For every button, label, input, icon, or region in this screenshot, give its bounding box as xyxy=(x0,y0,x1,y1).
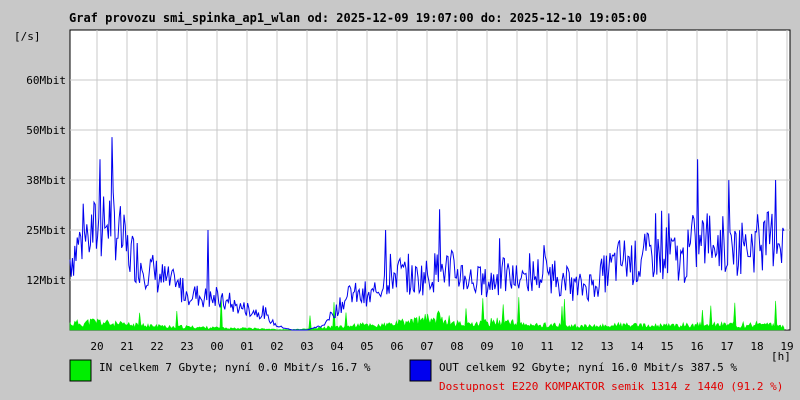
traffic-chart: Graf provozu smi_spinka_ap1_wlan od: 202… xyxy=(14,11,794,393)
x-tick-label: 02 xyxy=(270,340,283,353)
x-tick-label: 06 xyxy=(390,340,403,353)
y-tick-label: 25Mbit xyxy=(26,224,66,237)
x-tick-labels: 20 21 22 23 00 01 02 03 04 05 06 07 08 09 10 11 12 13 14 15… xyxy=(90,340,793,353)
y-tick-label: 38Mbit xyxy=(26,174,66,187)
x-tick-label: 03 xyxy=(300,340,313,353)
x-tick-label: 20 xyxy=(90,340,103,353)
x-tick-label: 23 xyxy=(180,340,193,353)
chart-title: Graf provozu smi_spinka_ap1_wlan od: 202… xyxy=(69,11,647,26)
x-tick-label: 11 xyxy=(540,340,553,353)
x-tick-label: 05 xyxy=(360,340,373,353)
y-tick-label: 60Mbit xyxy=(26,74,66,87)
x-axis-unit-label: [h] xyxy=(771,350,791,363)
x-tick-label: 21 xyxy=(120,340,133,353)
y-tick-label: 50Mbit xyxy=(26,124,66,137)
x-tick-label: 18 xyxy=(750,340,763,353)
x-tick-label: 17 xyxy=(720,340,733,353)
chart-root: Graf provozu smi_spinka_ap1_wlan od: 202… xyxy=(0,0,800,400)
y-axis-unit-label: [/s] xyxy=(14,30,41,43)
x-tick-label: 15 xyxy=(660,340,673,353)
y-tick-label: 12Mbit xyxy=(26,274,66,287)
x-tick-label: 16 xyxy=(690,340,703,353)
x-tick-label: 00 xyxy=(210,340,223,353)
x-tick-label: 01 xyxy=(240,340,253,353)
x-tick-label: 22 xyxy=(150,340,163,353)
legend-out-text: OUT celkem 92 Gbyte; nyní 16.0 Mbit/s 38… xyxy=(439,361,737,374)
x-tick-label: 07 xyxy=(420,340,433,353)
legend-in-text: IN celkem 7 Gbyte; nyní 0.0 Mbit/s 16.7 … xyxy=(99,361,371,374)
x-tick-label: 14 xyxy=(630,340,644,353)
y-tick-labels: 12Mbit 25Mbit 38Mbit 50Mbit 60Mbit xyxy=(26,74,66,287)
x-tick-label: 04 xyxy=(330,340,344,353)
availability-text: Dostupnost E220 KOMPAKTOR semik 1314 z 1… xyxy=(439,380,783,393)
x-tick-label: 09 xyxy=(480,340,493,353)
x-tick-label: 08 xyxy=(450,340,463,353)
x-tick-label: 10 xyxy=(510,340,523,353)
legend-out-swatch xyxy=(409,359,432,382)
x-tick-label: 12 xyxy=(570,340,583,353)
x-tick-label: 13 xyxy=(600,340,613,353)
legend-in-swatch xyxy=(69,359,92,382)
